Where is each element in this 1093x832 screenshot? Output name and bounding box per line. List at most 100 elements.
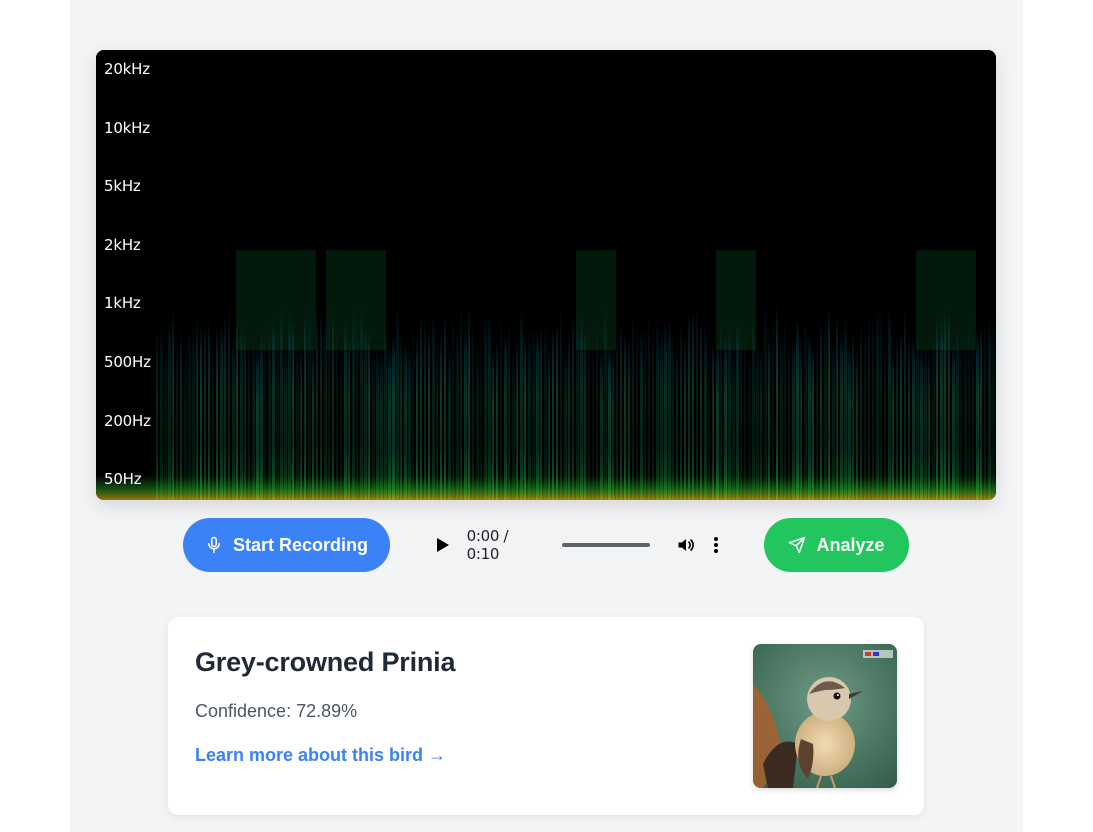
spectrogram-column: [484, 216, 487, 500]
spectrogram-column: [420, 211, 422, 500]
bird-photo: [753, 644, 897, 788]
spectrogram-column: [504, 241, 507, 500]
spectrogram-column: [668, 217, 671, 500]
spectrogram-column: [688, 207, 690, 500]
spectrogram-column: [872, 219, 874, 500]
spectrogram-column: [464, 231, 467, 500]
spectrogram-column: [908, 245, 910, 500]
spectrogram-column: [404, 254, 407, 500]
spectrogram-column: [424, 222, 426, 500]
spectrogram-column: [388, 264, 391, 500]
audio-time-display: 0:00 / 0:10: [466, 527, 509, 563]
spectrogram-column: [700, 222, 702, 500]
spectrogram-column: [772, 212, 774, 500]
spectrogram-column: [208, 224, 210, 500]
spectrogram-column: [620, 225, 622, 500]
spectrogram-column: [564, 268, 567, 500]
spectrogram-column: [980, 224, 982, 500]
spectrogram-column: [896, 244, 898, 500]
spectrogram-column: [864, 225, 866, 500]
spectrogram-column: [816, 247, 818, 500]
spectrogram-band: [236, 250, 316, 350]
spectrogram-column: [876, 207, 879, 500]
spectrogram-column: [992, 215, 995, 500]
spectrogram-column: [676, 260, 678, 500]
volume-button[interactable]: [676, 534, 698, 556]
audio-progress-bar[interactable]: [561, 543, 650, 547]
play-button[interactable]: [433, 535, 453, 555]
spectrogram-column: [684, 248, 686, 500]
spectrogram-band: [326, 250, 386, 350]
spectrogram-column: [416, 246, 418, 500]
spectrogram-column: [868, 211, 870, 500]
spectrogram-column: [436, 251, 438, 500]
result-card: Grey-crowned Prinia Confidence: 72.89% L…: [168, 617, 924, 815]
spectrogram-band: [576, 250, 616, 350]
analyze-label: Analyze: [816, 534, 885, 555]
spectrogram-column: [232, 247, 235, 500]
spectrogram-column: [528, 238, 531, 500]
spectrogram-column: [892, 266, 894, 500]
controls-bar: Start Recording 0:00 / 0:10 Analyze: [183, 518, 909, 572]
spectrogram-column: [156, 239, 158, 500]
spectrogram-column: [488, 216, 491, 500]
analyze-button[interactable]: Analyze: [764, 518, 909, 572]
spectrogram-column: [400, 245, 402, 500]
spectrogram-column: [764, 200, 767, 500]
spectrogram-column: [840, 239, 843, 500]
spectrogram-column: [480, 237, 482, 500]
spectrogram-column: [852, 241, 854, 500]
spectrogram-band: [916, 250, 976, 350]
spectrogram-column: [568, 237, 570, 500]
spectrogram-column: [776, 200, 778, 500]
spectrogram-column: [804, 222, 807, 500]
spectrogram-column: [664, 225, 667, 500]
spectrogram-column: [656, 221, 659, 500]
spectrogram-column: [800, 249, 802, 500]
spectrogram-column: [188, 231, 191, 500]
spectrogram-column: [660, 236, 663, 500]
spectrogram-column: [820, 223, 822, 500]
spectrogram-column: [824, 221, 827, 500]
spectrogram-column: [516, 249, 518, 500]
volume-icon: [678, 539, 694, 551]
spectrogram-column: [224, 209, 226, 500]
bird-illustration: [753, 644, 897, 788]
spectrogram-column: [196, 219, 198, 500]
spectrogram-column: [652, 222, 654, 500]
spectrogram-band: [716, 250, 756, 350]
spectrogram-column: [572, 210, 574, 500]
spectrogram-column: [228, 206, 230, 500]
spectrogram-column: [560, 203, 562, 500]
spectrogram-column: [220, 228, 223, 500]
spectrogram-column: [696, 200, 698, 500]
spectrogram-column: [900, 237, 902, 500]
spectrogram-column: [536, 236, 539, 500]
spectrogram-column: [176, 247, 178, 500]
spectrogram-column: [556, 224, 558, 500]
spectrogram-column: [452, 211, 454, 500]
spectrogram-column: [216, 232, 218, 500]
spectrogram-column: [812, 262, 814, 500]
spectrogram-column: [544, 226, 547, 500]
spectrogram-column: [432, 212, 435, 500]
spectrogram-column: [392, 244, 395, 500]
spectrogram-column: [636, 217, 638, 500]
more-options-button[interactable]: [711, 534, 721, 556]
spectrogram-column: [440, 241, 442, 500]
spectrogram-column: [500, 214, 502, 500]
spectrogram-column: [408, 261, 411, 500]
learn-more-link[interactable]: Learn more about this bird →: [195, 745, 446, 766]
spectrogram-column: [808, 240, 811, 500]
spectrogram-column: [508, 224, 510, 500]
spectrogram-column: [168, 219, 171, 500]
spectrogram-column: [200, 231, 202, 500]
spectrogram-column: [912, 249, 915, 500]
audio-player[interactable]: 0:00 / 0:10: [415, 518, 735, 572]
spectrogram-column: [356, 204, 358, 500]
spectrogram-canvas: [96, 50, 996, 500]
spectrogram-column: [704, 231, 707, 500]
spectrogram-column: [604, 200, 607, 500]
start-recording-button[interactable]: Start Recording: [183, 518, 390, 572]
spectrogram-column: [548, 264, 550, 500]
